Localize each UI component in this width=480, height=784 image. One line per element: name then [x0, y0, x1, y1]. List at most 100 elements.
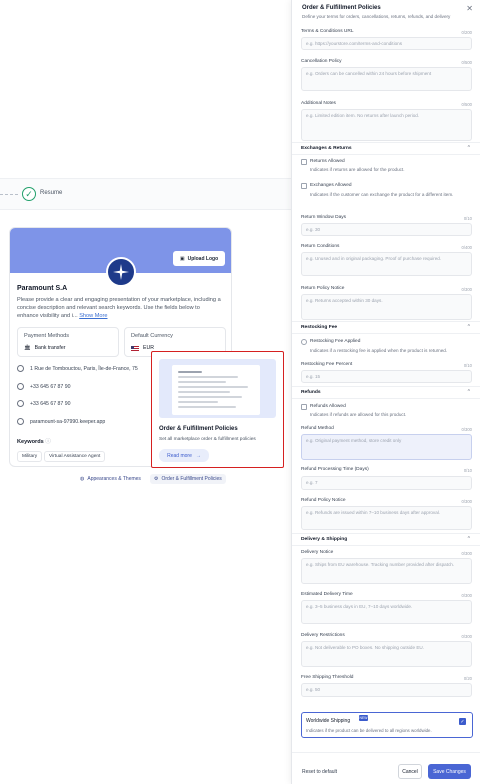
returns-allowed-checkbox[interactable] [301, 159, 307, 165]
return-policy-count: 0/300 [461, 287, 472, 292]
refunds-allowed-desc: Indicates if refunds are allowed for thi… [310, 412, 407, 417]
chevron-up-icon[interactable]: ^ [468, 324, 470, 330]
new-badge: NEW [359, 715, 368, 721]
brand-description-text: Please provide a clear and engaging pres… [17, 297, 221, 319]
arrow-right-icon: → [195, 452, 201, 459]
phone-icon [17, 383, 24, 390]
refund-time-input[interactable]: e.g. 7 [301, 476, 472, 490]
chevron-up-icon[interactable]: ^ [468, 145, 470, 151]
website-row: paramount-sa-97990.keeper.app [17, 418, 105, 425]
phone-text-2: +33 645 67 87 90 [30, 400, 71, 407]
delivery-restrictions-count: 0/300 [461, 634, 472, 639]
delivery-restrictions-input[interactable]: e.g. Not deliverable to PO boxes. No shi… [301, 641, 472, 667]
return-conditions-label: Return Conditions [301, 244, 340, 249]
tab-appearance[interactable]: ◍ Appearances & Themes [80, 476, 141, 482]
chevron-up-icon[interactable]: ^ [468, 536, 470, 542]
panel-title: Order & Fulfillment Policies [302, 5, 381, 11]
free-shipping-input[interactable]: e.g. 50 [301, 683, 472, 697]
delivery-notice-label: Delivery Notice [301, 550, 334, 555]
address-row: 1 Rue de Tombouctou, Paris, Île-de-Franc… [17, 365, 138, 372]
delivery-time-count: 0/300 [461, 593, 472, 598]
tooltip-title: Order & Fulfillment Policies [159, 426, 238, 432]
refund-method-input[interactable]: e.g. Original payment method, store cred… [301, 434, 472, 460]
tooltip-description: Set all marketplace order & fulfillment … [159, 437, 256, 442]
exchanges-section-title[interactable]: Exchanges & Returns [301, 146, 352, 151]
refunds-allowed-checkbox[interactable] [301, 404, 307, 410]
worldwide-shipping-label: Worldwide Shipping [306, 718, 351, 724]
return-window-input[interactable]: e.g. 30 [301, 223, 472, 236]
cancellation-policy-input[interactable]: e.g. Orders can be cancelled within 24 h… [301, 67, 472, 91]
brand-name: Paramount S.A [17, 285, 68, 292]
default-currency-title: Default Currency [131, 333, 173, 339]
check-circle-icon: ✓ [22, 187, 36, 201]
delivery-time-input[interactable]: e.g. 3–5 business days in EU, 7–10 days … [301, 600, 472, 624]
image-icon: ▣ [179, 255, 185, 262]
refund-method-count: 0/300 [461, 427, 472, 432]
star-logo-icon [113, 264, 129, 280]
worldwide-shipping-checkbox[interactable]: ✓ [459, 718, 466, 725]
chevron-up-icon[interactable]: ^ [468, 389, 470, 395]
whatsapp-icon [17, 400, 24, 407]
us-flag-icon [131, 345, 139, 351]
restocking-percent-input[interactable]: e.g. 15 [301, 370, 472, 383]
palette-icon: ◍ [80, 476, 85, 482]
reset-to-default-button[interactable]: Reset to default [302, 769, 337, 775]
delivery-section-title[interactable]: Delivery & Shipping [301, 537, 347, 542]
globe-icon [17, 418, 24, 425]
exchanges-allowed-checkbox[interactable] [301, 183, 307, 189]
policies-tooltip: Order & Fulfillment Policies Set all mar… [151, 351, 284, 468]
refund-time-label: Refund Processing Time (Days) [301, 467, 369, 472]
policies-preview-image [159, 359, 276, 418]
worldwide-shipping-option[interactable]: Worldwide Shipping NEW Indicates if the … [301, 712, 473, 738]
payment-methods-box: Payment Methods 🏛 Bank transfer [17, 327, 119, 357]
refund-time-count: 0/10 [463, 468, 472, 473]
close-icon[interactable]: ✕ [466, 4, 473, 13]
notes-count: 0/500 [461, 102, 472, 107]
exchanges-allowed-label: Exchanges Allowed [310, 183, 352, 188]
restocking-applied-label: Restocking Fee Applied [310, 339, 361, 344]
return-conditions-count: 0/400 [461, 245, 472, 250]
free-shipping-label: Free Shipping Threshold [301, 675, 354, 680]
delivery-notice-input[interactable]: e.g. Ships from EU warehouse. Tracking n… [301, 558, 472, 584]
delivery-notice-count: 0/300 [461, 551, 472, 556]
return-conditions-input[interactable]: e.g. Unused and in original packaging. P… [301, 252, 472, 276]
refund-notice-count: 0/300 [461, 499, 472, 504]
show-more-link[interactable]: Show More [79, 313, 107, 319]
restocking-applied-desc: Indicates if a restocking fee is applied… [310, 348, 448, 353]
restocking-applied-radio[interactable] [301, 339, 307, 345]
returns-allowed-label: Returns Allowed [310, 159, 345, 164]
save-changes-button[interactable]: Save Changes [428, 764, 471, 779]
resume-label[interactable]: Resume [40, 190, 62, 196]
marketplace-page: ✓ Resume ▣ Upload Logo Paramount S.A Ple… [0, 0, 291, 784]
upload-logo-button[interactable]: ▣ Upload Logo [173, 251, 225, 266]
cancellation-count: 0/500 [461, 60, 472, 65]
info-icon: ⓘ [45, 439, 51, 445]
restocking-section-title[interactable]: Restocking Fee [301, 325, 337, 330]
restocking-percent-count: 0/10 [463, 363, 472, 368]
return-window-count: 0/10 [463, 216, 472, 221]
keyword-chip: Virtual Assistance Agent [44, 451, 106, 462]
panel-subtitle: Define your terms for orders, cancellati… [302, 14, 451, 19]
delivery-time-label: Estimated Delivery Time [301, 592, 353, 597]
brand-description: Please provide a clear and engaging pres… [17, 296, 222, 320]
website-text[interactable]: paramount-sa-97990.keeper.app [30, 419, 105, 425]
delivery-restrictions-label: Delivery Restrictions [301, 633, 345, 638]
panel-footer: Reset to default Cancel Save Changes [292, 752, 480, 784]
refunds-section-title[interactable]: Refunds [301, 390, 321, 395]
return-policy-input[interactable]: e.g. Returns accepted within 30 days. [301, 294, 472, 320]
terms-count: 0/200 [461, 30, 472, 35]
cancel-button[interactable]: Cancel [398, 764, 422, 779]
refund-notice-input[interactable]: e.g. Refunds are issued within 7–10 busi… [301, 506, 472, 530]
exchanges-allowed-desc: Indicates if the customer can exchange t… [310, 192, 454, 197]
upload-logo-label: Upload Logo [187, 255, 219, 262]
additional-notes-input[interactable]: e.g. Limited edition item. No returns af… [301, 109, 472, 141]
bank-icon: 🏛 [24, 345, 31, 351]
read-more-button[interactable]: Read more → [159, 449, 209, 462]
return-window-label: Return Window Days [301, 215, 347, 220]
gear-icon: ⚙ [154, 476, 159, 482]
tab-policies[interactable]: ⚙ Order & Fulfillment Policies [150, 474, 226, 484]
notes-label: Additional Notes [301, 101, 336, 106]
refund-method-label: Refund Method [301, 426, 334, 431]
terms-url-input[interactable]: e.g. https://yourstore.com/terms-and-con… [301, 37, 472, 50]
cancellation-label: Cancellation Policy [301, 59, 342, 64]
